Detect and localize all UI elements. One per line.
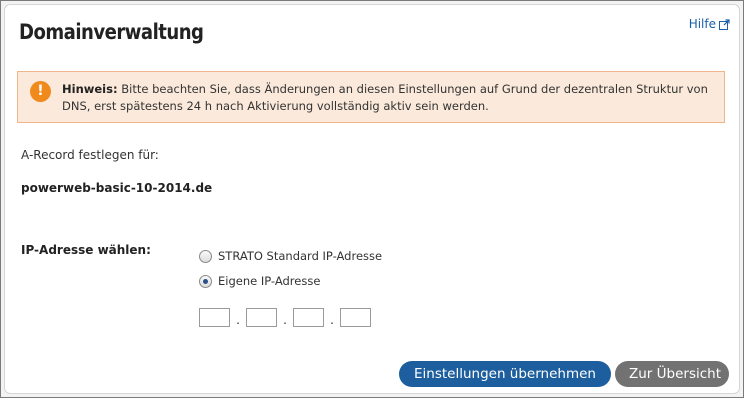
radio-label-strato-standard-ip: STRATO Standard IP-Adresse	[218, 249, 383, 263]
ip-octet-3-input[interactable]	[293, 308, 324, 327]
notice-message: Bitte beachten Sie, dass Änderungen an d…	[62, 82, 708, 113]
help-link[interactable]: Hilfe	[689, 17, 730, 31]
ip-octet-4-input[interactable]	[340, 308, 371, 327]
a-record-label: A-Record festlegen für:	[21, 148, 159, 162]
hint-notice: ! Hinweis: Bitte beachten Sie, dass Ände…	[17, 71, 725, 123]
ip-address-fields: . . .	[199, 308, 371, 327]
domain-name: powerweb-basic-10-2014.de	[21, 181, 213, 195]
ip-separator: .	[330, 313, 334, 327]
notice-text: Hinweis: Bitte beachten Sie, dass Änderu…	[62, 81, 722, 115]
overview-button[interactable]: Zur Übersicht	[615, 361, 729, 387]
ip-address-label: IP-Adresse wählen:	[21, 243, 151, 257]
radio-label-custom-ip: Eigene IP-Adresse	[218, 274, 321, 288]
notice-prefix: Hinweis:	[62, 82, 118, 96]
radio-custom-ip[interactable]: Eigene IP-Adresse	[199, 274, 320, 288]
radio-strato-standard-ip[interactable]: STRATO Standard IP-Adresse	[199, 249, 382, 263]
ip-separator: .	[283, 313, 287, 327]
domain-settings-panel: Domainverwaltung Hilfe ! Hinweis: Bitte …	[4, 4, 740, 394]
help-link-label: Hilfe	[688, 17, 716, 31]
page-title: Domainverwaltung	[19, 20, 204, 44]
external-link-icon	[719, 18, 730, 30]
radio-button-unchecked[interactable]	[199, 249, 212, 263]
warning-icon: !	[30, 81, 51, 102]
apply-settings-button[interactable]: Einstellungen übernehmen	[399, 361, 611, 387]
ip-octet-2-input[interactable]	[246, 308, 277, 327]
ip-octet-1-input[interactable]	[199, 308, 230, 327]
ip-separator: .	[236, 313, 240, 327]
radio-button-checked[interactable]	[199, 274, 212, 288]
window-frame: Domainverwaltung Hilfe ! Hinweis: Bitte …	[0, 0, 744, 398]
